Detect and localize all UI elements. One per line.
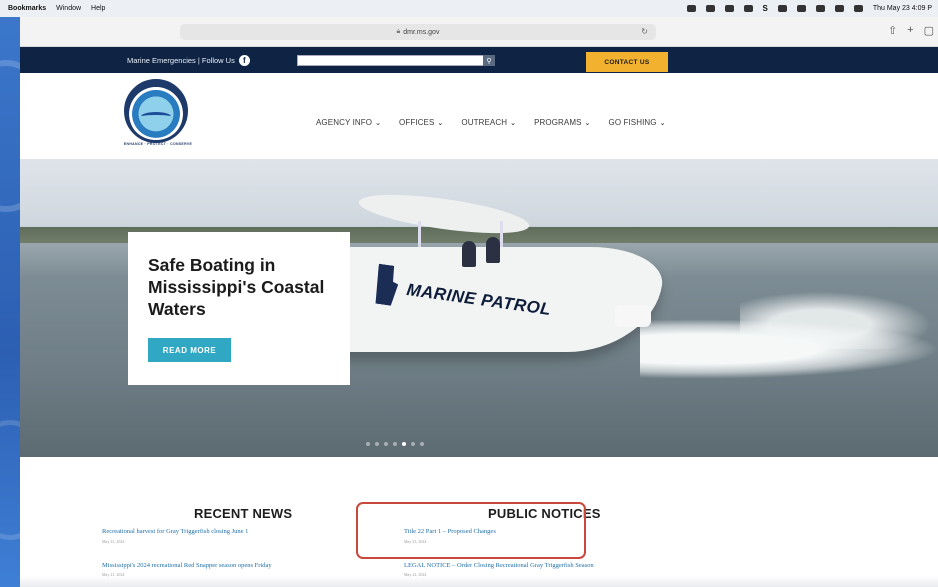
nav-label: AGENCY INFO	[316, 118, 373, 127]
reload-icon[interactable]: ↻	[641, 27, 648, 36]
slider-dot[interactable]	[384, 442, 388, 446]
news-date: May 22, 2024	[102, 539, 125, 544]
site-search-input[interactable]	[297, 55, 495, 66]
slider-dot[interactable]	[366, 442, 370, 446]
menubar: Bookmarks Window Help S Thu May 23 4:09 …	[0, 0, 938, 17]
logo-tagline: ENHANCE · PROTECT · CONSERVE	[123, 142, 193, 146]
spotlight-search-icon[interactable]	[834, 5, 844, 12]
emergency-text[interactable]: Marine Emergencies | Follow Us	[127, 56, 235, 65]
boat-crew	[460, 237, 520, 269]
app-icon[interactable]	[705, 5, 715, 12]
marine-emergencies: Marine Emergencies | Follow Us f	[127, 55, 250, 66]
news-link[interactable]: Recreational harvest for Gray Triggerfis…	[102, 528, 248, 535]
site-header: ENHANCE · PROTECT · CONSERVE AGENCY INFO…	[20, 73, 938, 159]
share-icon[interactable]: ⇧	[888, 24, 897, 37]
toolbar-actions: ⇧ + ▢	[888, 24, 934, 37]
nav-programs[interactable]: PROGRAMS ⌄	[534, 118, 590, 127]
contact-us-button[interactable]: CONTACT US	[586, 52, 668, 72]
slider-dot[interactable]	[420, 442, 424, 446]
cloud-icon[interactable]	[686, 5, 696, 12]
slider-dot[interactable]	[402, 442, 406, 446]
chevron-down-icon: ⌄	[375, 119, 382, 127]
dmr-logo[interactable]	[124, 79, 188, 143]
site-topbar: Marine Emergencies | Follow Us f ⚲ CONTA…	[20, 47, 938, 73]
s-icon[interactable]: S	[763, 4, 768, 13]
hero-slider: MARINE PATROL Safe Boating in Mississipp…	[20, 159, 938, 457]
facebook-icon[interactable]: f	[238, 55, 250, 66]
search-icon[interactable]: ⚲	[483, 55, 495, 66]
news-link[interactable]: Mississippi's 2024 recreational Red Snap…	[102, 562, 272, 569]
chevron-down-icon: ⌄	[584, 119, 591, 127]
menubar-clock[interactable]: Thu May 23 4:09 P	[873, 5, 932, 12]
status-area: S Thu May 23 4:09 P	[686, 4, 938, 13]
address-bar[interactable]: 🔒︎ dmr.ms.gov ↻	[180, 24, 656, 40]
tab-overview-icon[interactable]: ▢	[924, 24, 934, 37]
hero-card: Safe Boating in Mississippi's Coastal Wa…	[128, 232, 350, 385]
address-url: dmr.ms.gov	[403, 28, 440, 36]
notice-link[interactable]: LEGAL NOTICE – Order Closing Recreationa…	[404, 562, 594, 569]
browser-toolbar: 🔒︎ dmr.ms.gov ↻ ⇧ + ▢	[20, 17, 938, 47]
nav-label: OFFICES	[399, 118, 435, 127]
chevron-down-icon: ⌄	[659, 119, 666, 127]
nav-go-fishing[interactable]: GO FISHING ⌄	[609, 118, 666, 127]
record-icon[interactable]	[777, 5, 787, 12]
nav-label: OUTREACH	[461, 118, 508, 127]
chevron-down-icon: ⌄	[437, 119, 444, 127]
menu-bookmarks[interactable]: Bookmarks	[8, 5, 46, 12]
annotation-highlight-box	[356, 502, 586, 559]
menu-window[interactable]: Window	[56, 5, 81, 12]
control-center-icon[interactable]	[853, 5, 863, 12]
slider-dot[interactable]	[375, 442, 379, 446]
nav-label: GO FISHING	[608, 118, 657, 127]
nav-outreach[interactable]: OUTREACH ⌄	[461, 118, 516, 127]
nav-agency-info[interactable]: AGENCY INFO ⌄	[316, 118, 381, 127]
chevron-down-icon: ⌄	[510, 119, 517, 127]
main-nav: AGENCY INFO ⌄ OFFICES ⌄ OUTREACH ⌄ PROGR…	[316, 118, 666, 127]
boat-wake	[740, 289, 938, 349]
lock-icon: 🔒︎	[396, 28, 401, 35]
nav-offices[interactable]: OFFICES ⌄	[399, 118, 443, 127]
recent-news-heading: RECENT NEWS	[194, 506, 293, 521]
read-more-button[interactable]: READ MORE	[148, 338, 231, 362]
menu-help[interactable]: Help	[91, 5, 105, 12]
slider-dot[interactable]	[393, 442, 397, 446]
desktop-background	[0, 0, 42, 587]
app-icon[interactable]	[743, 5, 753, 12]
hero-title: Safe Boating in Mississippi's Coastal Wa…	[148, 255, 325, 319]
app-icon[interactable]	[724, 5, 734, 12]
wifi-icon[interactable]	[815, 5, 825, 12]
bottom-fade	[20, 576, 938, 587]
battery-icon[interactable]	[796, 5, 806, 12]
slider-dot[interactable]	[411, 442, 415, 446]
new-tab-icon[interactable]: +	[907, 24, 913, 37]
slider-dots	[366, 442, 424, 446]
nav-label: PROGRAMS	[534, 118, 582, 127]
news-section: RECENT NEWS Recreational harvest for Gra…	[20, 457, 938, 587]
